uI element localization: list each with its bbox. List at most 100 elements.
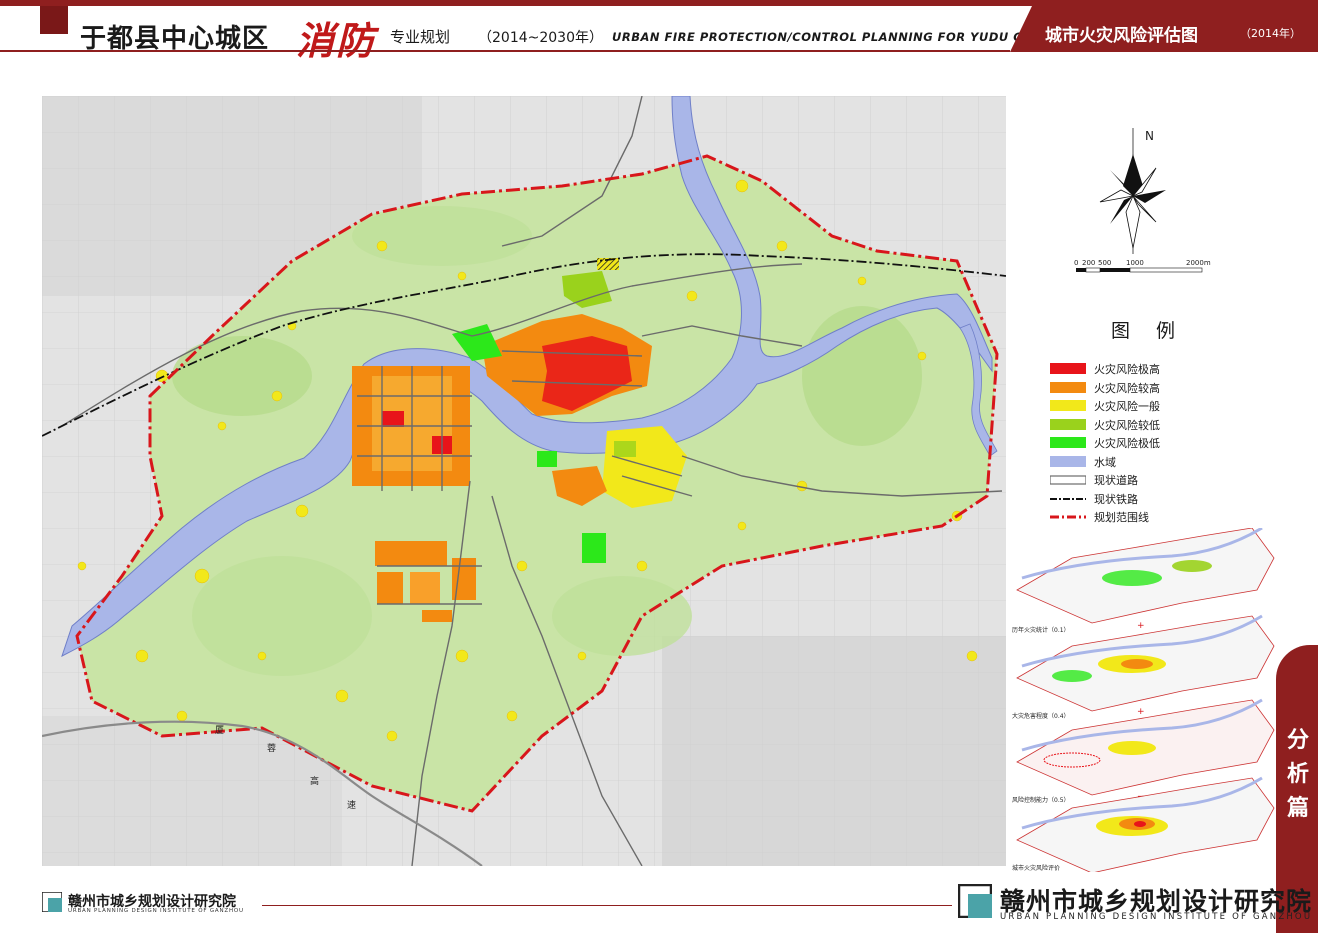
header-rule [0, 50, 1010, 52]
sheet-title: 城市火灾风险评估图 [1045, 26, 1198, 46]
patch [271, 390, 283, 402]
patch [295, 504, 309, 518]
patch [776, 240, 788, 252]
header-logo-square [40, 6, 68, 34]
zone-high-south-3 [410, 572, 440, 604]
legend-swatch [1050, 363, 1086, 374]
vegetation-patch-1 [172, 336, 312, 416]
patch [176, 710, 188, 722]
zone-low-4 [537, 451, 557, 467]
scale-label-1000: 1000 [1126, 259, 1144, 267]
layer-label: 历年火灾统计（0.1） [1012, 626, 1070, 634]
legend-item: 现状道路 [1050, 471, 1240, 490]
patch [217, 421, 227, 431]
legend-label: 火灾风险极低 [1094, 437, 1160, 450]
footer-rule [262, 905, 952, 906]
scale-bar: 0 200 500 1000 2000m [1074, 259, 1211, 273]
layer-operator: + [1137, 621, 1145, 631]
scale-label-500: 500 [1098, 259, 1111, 267]
legend-item: 火灾风险较低 [1050, 416, 1240, 435]
patch [516, 560, 528, 572]
vegetation-patch-3 [192, 556, 372, 676]
layer-historical-fires [1016, 528, 1275, 624]
zone-low-east [614, 441, 636, 457]
layer-label: 城市火灾风险评价 [1012, 864, 1060, 872]
patch [455, 649, 469, 663]
layer-label: 大灾危害程度（0.4） [1012, 712, 1070, 720]
patch [966, 650, 978, 662]
logo-inner [968, 894, 992, 918]
section-char: 析 [1286, 762, 1309, 787]
legend-label: 火灾风险较高 [1094, 381, 1160, 395]
footer-left-branding: 赣州市城乡规划设计研究院 URBAN PLANNING DESIGN INSTI… [42, 890, 262, 916]
legend-line-symbol [1050, 475, 1086, 485]
title-years: （2014~2030年） [478, 30, 603, 46]
legend-label: 火灾风险极高 [1094, 363, 1160, 376]
section-label: 分 析 篇 [1286, 724, 1310, 826]
footer-right-branding: 赣州市城乡规划设计研究院 URBAN PLANNING DESIGN INSTI… [958, 880, 1311, 930]
zone-high-south-5 [422, 610, 452, 622]
patch [686, 290, 698, 302]
zone-high-south-1 [375, 541, 447, 566]
legend: 火灾风险极高 火灾风险较高火灾风险一般火灾风险较低 火灾风险极低 水域现状道路现状铁路… [1050, 360, 1240, 527]
legend-item: 现状铁路 [1050, 490, 1240, 509]
legend-swatch [1050, 400, 1086, 411]
layer-city-fire-risk [1016, 776, 1275, 872]
north-label: N [1145, 129, 1154, 143]
institute-logo-small [42, 892, 62, 912]
patch [335, 689, 349, 703]
legend-item: 火灾风险极高 [1050, 360, 1240, 379]
north-arrow: N [1099, 128, 1166, 254]
legend-swatch [1050, 437, 1086, 448]
expressway-label: 蓉 [267, 742, 276, 754]
legend-item: 规划范围线 [1050, 508, 1240, 527]
legend-swatch [1050, 455, 1086, 467]
layer-blob [1172, 560, 1212, 572]
patch [737, 521, 747, 531]
fire-risk-map: 厦 蓉 高 速 [42, 96, 1006, 866]
expressway-label: 速 [347, 800, 356, 811]
layer-blob [1108, 741, 1156, 755]
layer-blob [1134, 821, 1146, 827]
legend-label: 现状铁路 [1094, 492, 1138, 506]
expressway-label: 厦 [215, 725, 224, 736]
patch [376, 240, 388, 252]
legend-item: 水域 [1050, 453, 1240, 472]
patch [735, 179, 749, 193]
scale-segment [1085, 267, 1101, 273]
title-fire-protection: 消防 [296, 18, 377, 63]
footer-right-institute-en: URBAN PLANNING DESIGN INSTITUTE OF GANZH… [1000, 912, 1313, 922]
expressway-label: 高 [310, 775, 319, 787]
layer-blob [1121, 659, 1153, 669]
section-char: 篇 [1286, 796, 1309, 821]
patch [577, 651, 587, 661]
patch [257, 651, 267, 661]
legend-item: 火灾风险极低 [1050, 434, 1240, 453]
patch [135, 649, 149, 663]
legend-item: 火灾风险一般 [1050, 397, 1240, 416]
patch [857, 276, 867, 286]
legend-line-symbol [1050, 515, 1086, 519]
legend-swatch [1050, 381, 1086, 393]
layer-operator: + [1137, 707, 1145, 717]
sheet-year: （2014年） [1240, 27, 1301, 40]
layer-label: 风险控制能力（0.5） [1012, 796, 1070, 804]
legend-title: 图 例 [1111, 320, 1186, 342]
patch [386, 730, 398, 742]
layer-blob [1052, 670, 1092, 682]
scale-label-200: 200 [1082, 259, 1095, 267]
patch [506, 710, 518, 722]
legend-label: 规划范围线 [1094, 511, 1149, 524]
scale-label-2000m: 2000m [1186, 259, 1211, 267]
footer-left-institute-en: URBAN PLANNING DESIGN INSTITUTE OF GANZH… [68, 908, 244, 914]
legend-label: 水域 [1094, 455, 1116, 469]
zone-extreme-west [382, 411, 404, 427]
zone-low-3 [582, 533, 606, 563]
title-sub: 专业规划 [390, 28, 451, 46]
legend-label: 火灾风险较低 [1094, 418, 1160, 432]
institute-logo-large [958, 884, 992, 918]
legend-swatch [1050, 418, 1086, 430]
vegetation-patch-5 [352, 206, 532, 266]
scale-label-0: 0 [1074, 259, 1078, 267]
patch [917, 351, 927, 361]
